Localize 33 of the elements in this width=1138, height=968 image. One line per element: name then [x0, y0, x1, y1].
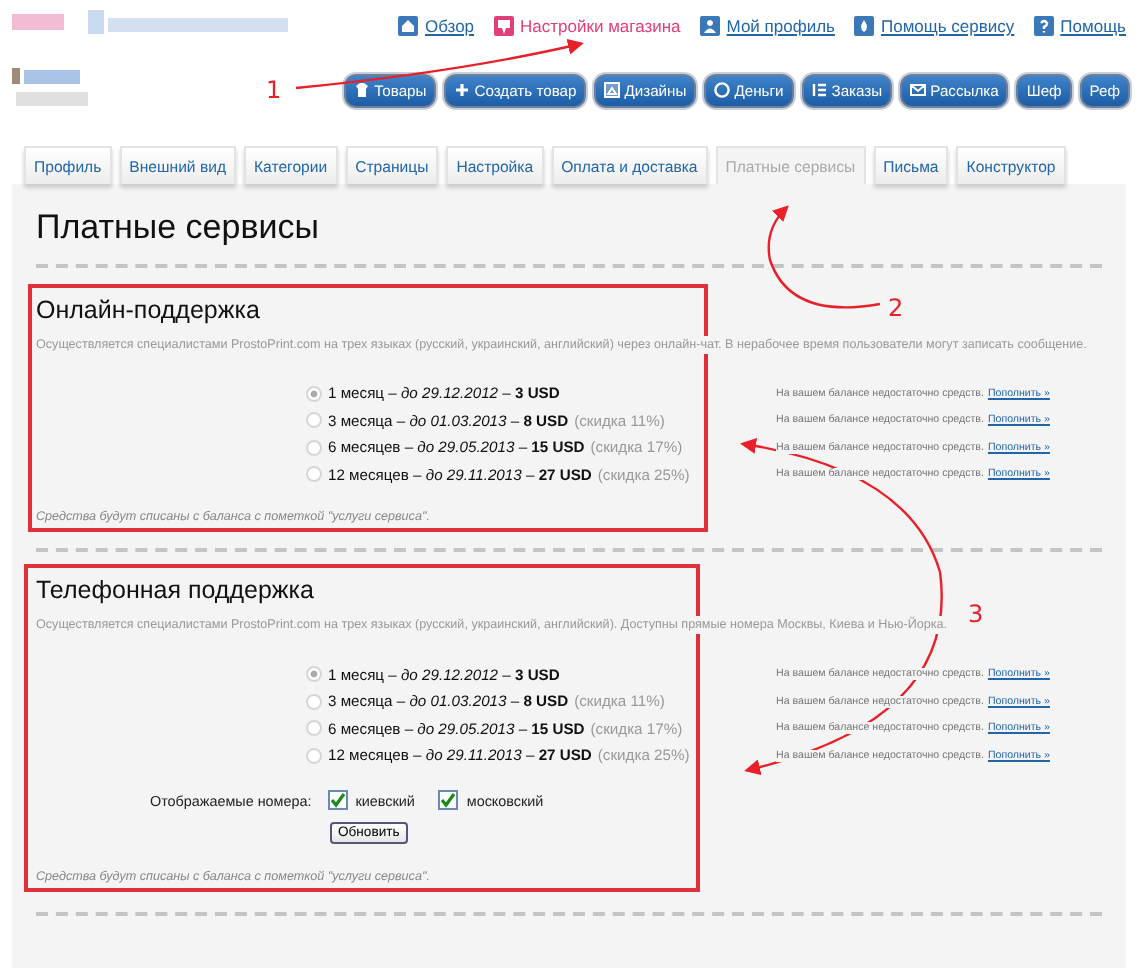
top-nav-link[interactable]: Помощь — [1034, 16, 1126, 36]
help-icon — [1034, 16, 1055, 36]
radio-button[interactable] — [306, 466, 322, 483]
checkbox[interactable] — [327, 790, 348, 811]
annotation-arrow — [767, 205, 881, 309]
annotation-number: 1 — [266, 76, 282, 104]
radio-button[interactable] — [306, 412, 322, 429]
radio-button[interactable] — [306, 747, 322, 763]
top-nav-link[interactable]: Помощь сервису — [854, 16, 1015, 36]
section-title: Онлайн-поддержка — [36, 296, 260, 324]
image-icon — [604, 82, 621, 98]
section-title: Телефонная поддержка — [36, 576, 314, 605]
store-icon — [494, 16, 515, 36]
envelope-icon — [910, 82, 927, 98]
home-icon — [398, 16, 419, 36]
shirt-icon — [354, 82, 371, 98]
plus-icon — [454, 82, 471, 98]
top-nav-link[interactable]: Обзор — [398, 16, 475, 36]
radio-button[interactable] — [306, 439, 322, 456]
top-nav-link[interactable]: Мой профиль — [700, 16, 835, 36]
annotation-number: 2 — [888, 294, 904, 322]
annotation-number: 3 — [968, 600, 984, 628]
radio-button[interactable] — [306, 385, 322, 402]
radio-button[interactable] — [306, 693, 322, 709]
coin-icon — [714, 82, 731, 98]
checkbox[interactable] — [438, 790, 459, 811]
list-icon — [811, 82, 828, 98]
page-title: Платные сервисы — [36, 208, 321, 248]
radio-button[interactable] — [306, 720, 322, 736]
top-nav-link[interactable]: Настройки магазина — [494, 16, 681, 36]
user-icon — [700, 16, 721, 36]
radio-button[interactable] — [306, 666, 322, 682]
drop-icon — [854, 16, 875, 36]
